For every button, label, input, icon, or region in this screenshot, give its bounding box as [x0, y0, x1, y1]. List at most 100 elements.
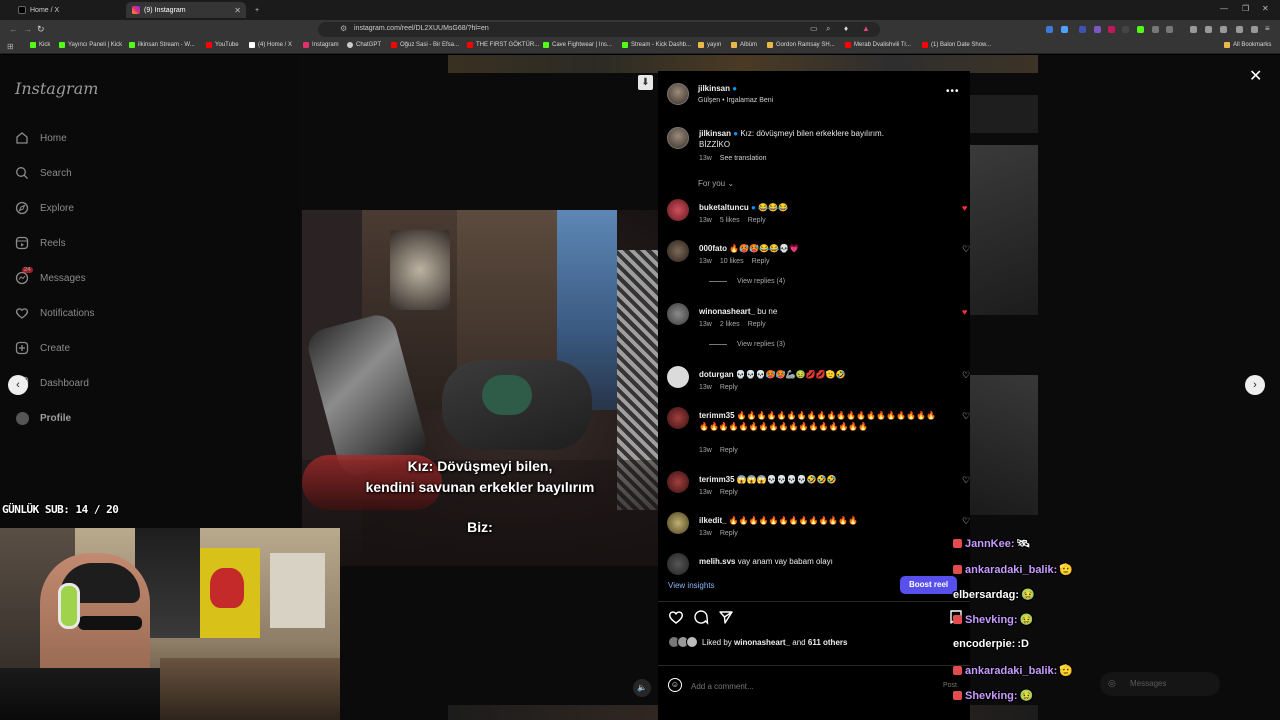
tab-home-x[interactable]: Home / X: [12, 2, 122, 18]
caption-avatar[interactable]: [667, 127, 689, 149]
all-bookmarks[interactable]: All Bookmarks: [1224, 42, 1271, 48]
comment-username[interactable]: melih.svs: [699, 557, 735, 566]
bookmark-item[interactable]: Yayıncı Paneli | Kick: [59, 42, 122, 48]
extension-icon[interactable]: [1061, 26, 1068, 33]
author-avatar[interactable]: [667, 83, 689, 105]
commenter-avatar[interactable]: [667, 553, 689, 575]
comment-likes[interactable]: 5 likes: [720, 217, 740, 224]
heart-filled-icon[interactable]: ♥: [962, 203, 967, 213]
sidebar-item-messages[interactable]: 24 Messages: [14, 267, 86, 288]
share-icon[interactable]: [718, 609, 734, 625]
heart-outline-icon[interactable]: ♡: [962, 411, 970, 422]
new-tab-button[interactable]: +: [250, 2, 264, 18]
comment-icon[interactable]: [693, 609, 709, 625]
menu-icon[interactable]: ≡: [1265, 24, 1270, 33]
reply-button[interactable]: Reply: [720, 489, 738, 496]
site-info-icon[interactable]: ⚙: [340, 24, 347, 33]
back-icon[interactable]: ←: [9, 24, 18, 34]
extension-icon[interactable]: [1122, 26, 1129, 33]
zoom-icon[interactable]: ⌕: [826, 24, 830, 34]
mute-toggle-icon[interactable]: 🔈: [633, 679, 651, 697]
extension-icon[interactable]: [1108, 26, 1115, 33]
heart-outline-icon[interactable]: ♡: [962, 475, 970, 486]
liked-by-others[interactable]: 611 others: [808, 638, 848, 647]
comment-sort-dropdown[interactable]: For you ⌄: [698, 179, 734, 188]
commenter-avatar[interactable]: [667, 512, 689, 534]
bookmark-item[interactable]: Merab Dvalishvili Tr...: [845, 42, 911, 48]
bookmark-folder[interactable]: yayın: [698, 42, 721, 48]
caption-username[interactable]: jilkinsan: [699, 129, 731, 138]
sidebar-item-profile[interactable]: Profile: [14, 408, 71, 428]
sidebar-item-home[interactable]: Home: [14, 128, 67, 148]
tab-close-icon[interactable]: ✕: [234, 6, 241, 15]
comment-likes[interactable]: 10 likes: [720, 258, 744, 265]
restore-icon[interactable]: ❐: [1242, 4, 1249, 13]
commenter-avatar[interactable]: [667, 303, 689, 325]
vpn-icon[interactable]: [1236, 26, 1243, 33]
reply-button[interactable]: Reply: [748, 217, 766, 224]
leo-icon[interactable]: [1251, 26, 1258, 33]
comment-username[interactable]: 000fato: [699, 244, 727, 253]
reply-button[interactable]: Reply: [720, 530, 738, 537]
bookmark-item[interactable]: Cave Fightwear | Ins...: [543, 42, 612, 48]
sidebar-item-notifications[interactable]: Notifications: [14, 303, 94, 323]
add-comment-input[interactable]: [691, 679, 931, 693]
comment-username[interactable]: doturgan: [699, 370, 734, 379]
reply-button[interactable]: Reply: [752, 258, 770, 265]
brave-shield-icon[interactable]: ♦: [844, 24, 848, 33]
reply-button[interactable]: Reply: [748, 321, 766, 328]
heart-filled-icon[interactable]: ♥: [962, 307, 967, 317]
more-options-icon[interactable]: •••: [946, 86, 960, 97]
extension-icon[interactable]: [1079, 26, 1086, 33]
cast-icon[interactable]: ▭: [810, 24, 818, 33]
reel-video-player[interactable]: Kız: Dövüşmeyi bilen, kendini savunan er…: [302, 210, 658, 566]
liked-by-avatars[interactable]: [668, 636, 698, 648]
heart-outline-icon[interactable]: ♡: [962, 516, 970, 527]
bookmark-item[interactable]: Oğuz Sasi - Bir Efsa...: [391, 42, 459, 48]
next-reel-button[interactable]: ›: [1245, 375, 1265, 395]
commenter-avatar[interactable]: [667, 199, 689, 221]
commenter-avatar[interactable]: [667, 366, 689, 388]
comment-username[interactable]: ilkedit_: [699, 516, 727, 525]
reload-icon[interactable]: ↻: [37, 24, 45, 35]
see-translation-link[interactable]: See translation: [720, 155, 767, 162]
comment-likes[interactable]: 2 likes: [720, 321, 740, 328]
sidebar-item-create[interactable]: Create: [14, 338, 70, 358]
audio-label[interactable]: Gülşen • Irgalamaz Beni: [698, 97, 773, 104]
instagram-logo[interactable]: Instagram: [15, 79, 98, 98]
brave-rewards-icon[interactable]: ▲: [862, 24, 870, 33]
bookmark-item[interactable]: THE FIRST GÖKTÜR...: [467, 42, 539, 48]
bookmark-folder[interactable]: Albüm: [731, 42, 757, 48]
sidebar-item-search[interactable]: Search: [14, 163, 72, 183]
like-icon[interactable]: [668, 609, 684, 625]
address-bar[interactable]: ⚙ instagram.com/reel/DL2XUUMsG68/?hl=en …: [318, 22, 880, 37]
apps-icon[interactable]: ⊞: [7, 42, 14, 51]
bookmark-item[interactable]: Stream - Kick Dashb...: [622, 42, 691, 48]
bookmark-item[interactable]: ChatGPT: [347, 42, 381, 48]
view-replies-button[interactable]: View replies (4): [709, 278, 785, 285]
comment-username[interactable]: winonasheart_: [699, 307, 755, 316]
sidebar-item-explore[interactable]: Explore: [14, 198, 74, 218]
bookmark-item[interactable]: Kick: [30, 42, 50, 48]
minimize-icon[interactable]: —: [1220, 4, 1228, 13]
previous-reel-button[interactable]: ‹: [8, 375, 28, 395]
post-comment-button[interactable]: Post: [943, 682, 957, 689]
comment-username[interactable]: buketaltuncu: [699, 203, 749, 212]
media-icon[interactable]: [1190, 26, 1197, 33]
commenter-avatar[interactable]: [667, 471, 689, 493]
puzzle-icon[interactable]: [1152, 26, 1159, 33]
window-close-icon[interactable]: ✕: [1262, 4, 1269, 13]
heart-outline-icon[interactable]: ♡: [962, 370, 970, 381]
extension-icon[interactable]: [1094, 26, 1101, 33]
boost-reel-button[interactable]: Boost reel: [900, 576, 958, 594]
extension-icon[interactable]: [1137, 26, 1144, 33]
close-icon[interactable]: ✕: [1249, 66, 1262, 86]
emoji-icon[interactable]: ☺: [668, 678, 682, 692]
bookmark-item[interactable]: YouTube: [206, 42, 239, 48]
reply-button[interactable]: Reply: [720, 447, 738, 454]
commenter-avatar[interactable]: [667, 240, 689, 262]
bookmark-item[interactable]: Instagram: [303, 42, 339, 48]
forward-icon[interactable]: →: [23, 24, 32, 34]
reel-cover-icon[interactable]: ⬇: [638, 75, 653, 90]
messages-float-button[interactable]: ◎ Messages: [1100, 672, 1220, 696]
